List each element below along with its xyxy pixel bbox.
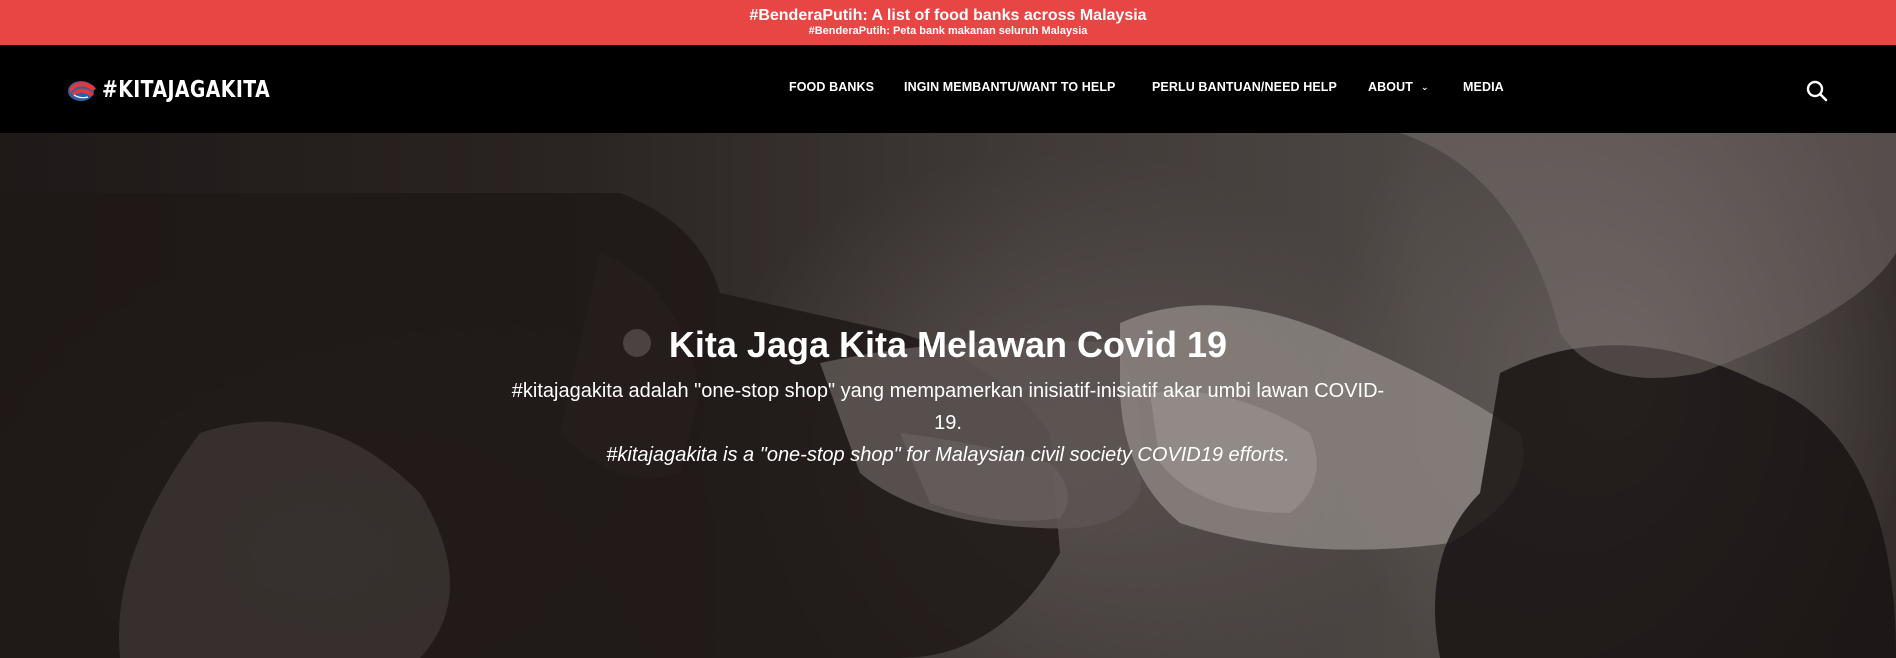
nav-food-banks[interactable]: FOOD BANKS — [789, 80, 874, 94]
nav-need-help[interactable]: PERLU BANTUAN/NEED HELP — [1152, 80, 1337, 94]
nav-about[interactable]: ABOUT ⌄ — [1368, 80, 1429, 94]
nav-about-label: ABOUT — [1368, 80, 1413, 94]
site-header: #KITAJAGAKITA FOOD BANKS INGIN MEMBANTU/… — [0, 45, 1896, 133]
hero-content: Kita Jaga Kita Melawan Covid 19 #kitajag… — [0, 323, 1896, 471]
search-icon — [1806, 80, 1828, 102]
hero-section: Kita Jaga Kita Melawan Covid 19 #kitajag… — [0, 133, 1896, 658]
announcement-subtitle: #BenderaPutih: Peta bank makanan seluruh… — [808, 25, 1088, 37]
hero-title: Kita Jaga Kita Melawan Covid 19 — [668, 324, 1228, 365]
announcement-link[interactable]: #BenderaPutih: A list of food banks acro… — [0, 0, 1896, 38]
main-nav: FOOD BANKS INGIN MEMBANTU/WANT TO HELP P… — [0, 45, 1896, 133]
announcement-bar: #BenderaPutih: A list of food banks acro… — [0, 0, 1896, 45]
nav-want-to-help[interactable]: INGIN MEMBANTU/WANT TO HELP — [904, 80, 1116, 94]
hero-description-ms: #kitajagakita adalah "one-stop shop" yan… — [511, 380, 1385, 434]
search-button[interactable] — [1805, 79, 1829, 103]
announcement-title: #BenderaPutih: A list of food banks acro… — [749, 7, 1147, 24]
hero-description-en: #kitajagakita is a "one-stop shop" for M… — [606, 444, 1290, 466]
chevron-down-icon: ⌄ — [1420, 82, 1429, 92]
nav-media[interactable]: MEDIA — [1463, 80, 1504, 94]
